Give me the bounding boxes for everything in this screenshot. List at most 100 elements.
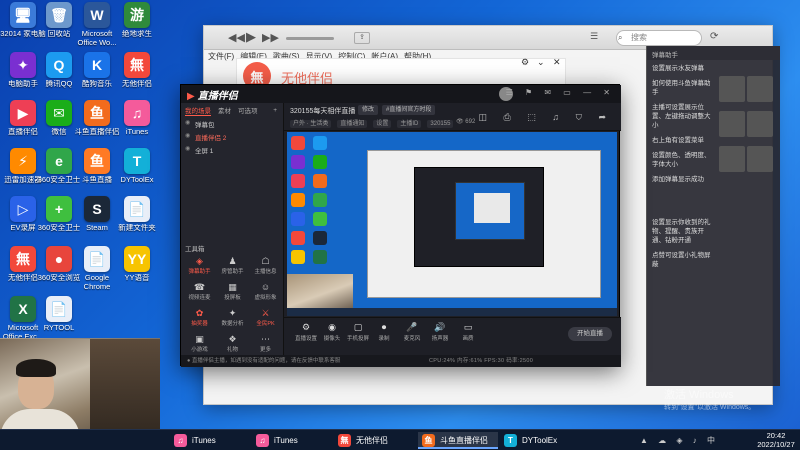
tool-item[interactable]: ☺ 虚拟形象 (249, 281, 282, 301)
tool-item[interactable]: ⋯ 更多 (249, 333, 282, 354)
topic-tag[interactable]: #直播间官方时段 (382, 105, 436, 115)
tool-label: 视频连麦 (188, 295, 211, 301)
app-icon: 🗑 (46, 2, 72, 28)
tool-item[interactable]: ☎ 视频连麦 (183, 281, 216, 302)
taskbar-label: 无他伴侣 (356, 436, 388, 445)
tool-item[interactable]: ♟ 房管助手 (216, 255, 249, 276)
danmaku-paragraph: 点赞可设置小礼物屏蔽 (652, 252, 711, 268)
control-button[interactable]: ▭ 画质 (454, 322, 482, 342)
toolbox-grid: ◈ 弹幕助手 ♟ 房管助手 ☖ 主播信息 ☎ 视频连麦 ▦ 投屏板 ☺ 虚拟形象 ✿ 抽奖器 ✦ 数据分析 ⚔ 全… (183, 255, 282, 354)
control-icon: ▢ (353, 322, 363, 332)
taskbar-item[interactable]: ♫ iTunes (170, 432, 250, 449)
tool-icon: ▣ (195, 333, 204, 344)
window-controls[interactable]: ☰ ⚑ ✉ ▭ — ✕ (506, 88, 615, 97)
tool-item[interactable]: ☖ 主播信息 (249, 255, 282, 276)
list-view-icon[interactable]: ☰ (590, 31, 598, 42)
tool-icon: ⚔ (261, 307, 270, 318)
tool-item[interactable]: ✦ 数据分析 (216, 307, 249, 328)
control-label: 麦克风 (403, 336, 421, 342)
scene-item[interactable]: ◉ 弹幕包 (181, 117, 283, 130)
clock[interactable]: 20:42 2022/10/27 (753, 431, 799, 449)
eye-icon[interactable]: ◉ (185, 119, 190, 126)
tab-0[interactable]: 我的场景 (185, 105, 211, 116)
control-icon: ▭ (463, 322, 473, 332)
refresh-icon[interactable]: ⟳ (710, 31, 718, 42)
desktop-icon-label: DYToolEx (120, 176, 154, 184)
app-icon: e (46, 148, 72, 174)
control-button[interactable]: ▢ 手机投屏 (344, 322, 372, 342)
chevron-down-icon[interactable]: ⌄ (537, 57, 545, 68)
desktop-icon[interactable]: YY YY语音 (114, 246, 160, 300)
scene-label: 直播伴侣 2 (195, 135, 227, 142)
close-icon[interactable]: ✕ (553, 57, 561, 68)
control-button[interactable]: ⏺ 录制 (370, 322, 398, 342)
tool-item[interactable]: ❖ 礼物 (216, 333, 249, 354)
tool-icon: ⋯ (261, 333, 270, 344)
search-input[interactable]: 搜索 (616, 30, 702, 46)
tool-item[interactable]: ◈ 弹幕助手 (183, 255, 216, 276)
add-icon[interactable]: + (273, 107, 277, 114)
room-meta-item[interactable]: 设置 (373, 120, 392, 128)
control-icon: 🎤 (406, 322, 418, 332)
app-icon: 無 (10, 246, 36, 272)
taskbar-item[interactable]: 無无他伴侣 (334, 432, 414, 449)
menu-item[interactable]: 文件(F) (208, 52, 234, 61)
taskbar-item[interactable]: T DYToolEx (500, 432, 580, 449)
airplay-icon[interactable]: ⇪ (354, 32, 370, 44)
tool-icon: ♟ (228, 255, 237, 266)
desktop-icon[interactable]: T DYToolEx (114, 148, 160, 202)
room-meta-item[interactable]: 直播通知 (337, 120, 368, 128)
control-icon: ◉ (328, 322, 336, 332)
control-button[interactable]: 🔊 扬声器 (426, 322, 454, 342)
control-button[interactable]: ◉ 摄像头 (318, 322, 346, 342)
eye-icon[interactable]: ◉ (185, 145, 190, 152)
activate-windows-watermark: 激活 Windows 转到"设置"以激活 Windows。 (664, 386, 755, 412)
start-live-button[interactable]: 开始直播 (568, 327, 612, 341)
tool-item[interactable]: ⚔ 全民PK (249, 307, 282, 328)
tab-2[interactable]: 可选项 (238, 105, 258, 115)
tab-1[interactable]: 素材 (218, 105, 231, 115)
room-meta-item[interactable]: 320155 (427, 120, 454, 128)
tool-item[interactable]: ✿ 抽奖器 (183, 307, 216, 328)
danmaku-paragraph: 添加弹幕显示成功 (652, 176, 704, 183)
next-icon[interactable]: ▶▶ (262, 31, 279, 44)
play-icon[interactable]: ▶ (246, 29, 256, 45)
volume-slider[interactable] (286, 37, 334, 40)
scene-item[interactable]: ◉ 直播伴侣 2 (181, 130, 283, 143)
taskbar-app-icon: T (504, 434, 517, 447)
scene-item[interactable]: ◉ 全屏 1 (181, 143, 283, 156)
control-button[interactable]: ⚙ 直播设置 (292, 322, 320, 342)
tool-label: 数据分析 (221, 321, 244, 327)
watermark-line1: 激活 Windows (664, 389, 734, 401)
tool-item[interactable]: ▦ 投屏板 (216, 281, 249, 302)
app-icon: S (84, 196, 110, 222)
control-button[interactable]: 🎤 麦克风 (398, 322, 426, 342)
zhibo-banlv-window[interactable]: ▶ 直播伴侣 ☰ ⚑ ✉ ▭ — ✕ 我的场景 素材 可选项 + ◉ 弹幕包 ◉ 直播伴侣 2… (180, 84, 621, 367)
danmaku-thumbs (719, 76, 777, 181)
system-tray-icons[interactable]: ▲ ☁ ◈ ♪ 中 (640, 435, 719, 446)
taskbar-item[interactable]: ♫ iTunes (252, 432, 332, 449)
previous-icon[interactable]: ◀◀ (228, 31, 245, 44)
room-meta-item[interactable]: 主播ID (397, 120, 422, 128)
gear-icon[interactable]: ⚙ (521, 57, 529, 68)
desktop-icon[interactable]: 無无他伴侣 (114, 52, 160, 106)
desktop-icon[interactable]: 游绝地求生 (114, 2, 160, 56)
tool-item[interactable]: ▣ 小游戏 (183, 333, 216, 354)
desktop-icon[interactable]: 📄 新建文件夹 (114, 196, 160, 250)
danmaku-panel[interactable]: 弹幕助手 设置展示水友弹幕 如何使用斗鱼弹幕助手 主播可设置展示位置、左键拖动调整大… (646, 46, 780, 386)
desktop-icon-label: 无他伴侣 (122, 80, 152, 88)
tool-icon: ☺ (260, 282, 271, 292)
tool-label: 全民PK (256, 321, 275, 327)
stream-preview[interactable] (287, 132, 617, 316)
room-meta-item[interactable]: 户外 · 生活类 (290, 120, 332, 128)
taskbar-label: 斗鱼直播伴侣 (440, 436, 488, 445)
taskbar-item[interactable]: 鱼斗鱼直播伴侣 (418, 432, 498, 449)
eye-icon[interactable]: ◉ (185, 132, 190, 139)
edit-button[interactable]: 修改 (358, 105, 379, 115)
desktop-icon[interactable]: ♫ iTunes (114, 100, 160, 154)
app-icon: ⚡ (10, 148, 36, 174)
room-action-icons[interactable]: ◫ ⎙ ⬚ ♫ ⛉ ➦ (479, 112, 613, 123)
app-icon: W (84, 2, 110, 28)
danmaku-paragraph: 如何使用斗鱼弹幕助手 (652, 80, 711, 96)
viewer-count: 👁 692 (456, 119, 476, 125)
